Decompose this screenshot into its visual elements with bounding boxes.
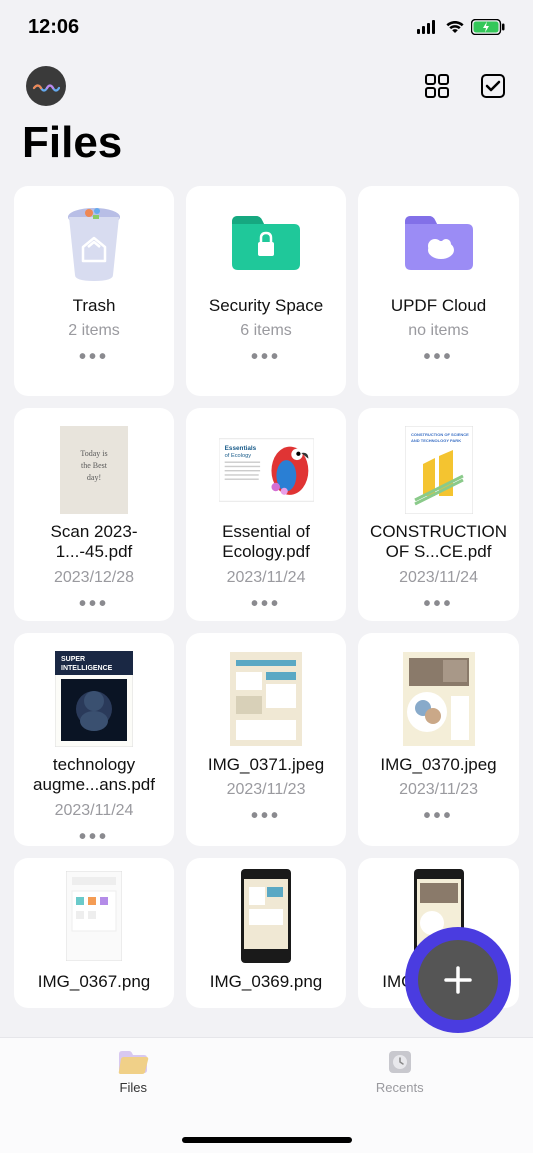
check-box-icon [480,73,506,99]
card-subtitle: 2 items [68,322,120,340]
avatar[interactable] [26,66,66,106]
card-title: IMG_0371.jpeg [204,755,328,775]
doc-thumbnail: SUPER INTELLIGENCE [47,651,142,747]
more-button[interactable]: ••• [251,346,281,369]
file-card[interactable]: SUPER INTELLIGENCE technology augme...ans… [14,633,174,846]
more-button[interactable]: ••• [79,346,109,369]
file-card[interactable]: IMG_0367.png [14,858,174,1008]
svg-text:day!: day! [87,473,101,482]
status-time: 12:06 [28,16,79,39]
card-title: technology augme...ans.pdf [22,755,166,796]
tab-recents[interactable]: Recents [267,1038,533,1153]
signal-icon [417,20,439,34]
card-title: Essential of Ecology.pdf [194,522,338,563]
file-card[interactable]: CONSTRUCTION OF SCIENCEAND TECHNOLOGY PA… [358,408,519,621]
more-button[interactable]: ••• [251,805,281,828]
card-title: CONSTRUCTION OF S...CE.pdf [366,522,511,563]
doc-thumbnail: Essentialsof Ecology [219,426,314,514]
doc-thumbnail: CONSTRUCTION OF SCIENCEAND TECHNOLOGY PA… [391,426,486,514]
wifi-icon [445,20,465,34]
card-subtitle: no items [408,322,468,340]
card-title: Security Space [205,296,327,316]
svg-text:AND TECHNOLOGY PARK: AND TECHNOLOGY PARK [411,438,461,443]
card-subtitle: 2023/11/24 [227,569,306,587]
card-subtitle: 2023/11/24 [55,802,134,820]
grid-view-button[interactable] [423,72,451,100]
file-card[interactable]: IMG_0370.jpeg 2023/11/23 ••• [358,633,519,846]
svg-text:SUPER: SUPER [61,656,85,663]
tab-files[interactable]: Files [0,1038,267,1153]
card-subtitle: 2023/11/24 [399,569,478,587]
more-button[interactable]: ••• [424,346,454,369]
trash-icon [43,198,146,288]
doc-thumbnail [219,868,314,964]
svg-text:CONSTRUCTION OF SCIENCE: CONSTRUCTION OF SCIENCE [411,432,469,437]
page-title: Files [0,118,533,186]
card-subtitle: 6 items [240,322,292,340]
folder-icon [116,1048,150,1076]
file-grid: Trash 2 items ••• Security Space 6 items… [0,186,533,1008]
cloud-card[interactable]: UPDF Cloud no items ••• [358,186,519,396]
add-button[interactable] [405,927,511,1033]
status-icons [417,19,505,35]
card-subtitle: 2023/11/23 [227,781,306,799]
trash-card[interactable]: Trash 2 items ••• [14,186,174,396]
card-title: UPDF Cloud [387,296,490,316]
folder-cloud-icon [387,198,490,288]
svg-text:the Best: the Best [81,461,108,470]
doc-thumbnail [219,651,314,747]
file-card[interactable]: Today is the Best day! Scan 2023-1...-45.p… [14,408,174,621]
file-card[interactable]: IMG_0371.jpeg 2023/11/23 ••• [186,633,346,846]
more-button[interactable]: ••• [79,593,109,616]
card-subtitle: 2023/12/28 [54,569,134,587]
svg-text:Today is: Today is [80,449,107,458]
security-space-card[interactable]: Security Space 6 items ••• [186,186,346,396]
select-button[interactable] [479,72,507,100]
tab-label: Recents [376,1080,424,1095]
file-card[interactable]: Essentialsof Ecology Essential of Ecolog… [186,408,346,621]
tab-label: Files [120,1080,147,1095]
more-button[interactable]: ••• [424,593,454,616]
card-title: Trash [69,296,120,316]
svg-text:INTELLIGENCE: INTELLIGENCE [61,665,113,672]
plus-icon [440,962,476,998]
card-title: IMG_0367.png [34,972,154,992]
battery-icon [471,19,505,35]
svg-text:of Ecology: of Ecology [224,453,251,459]
doc-thumbnail: Today is the Best day! [47,426,142,514]
doc-thumbnail [391,651,486,747]
folder-lock-icon [215,198,318,288]
more-button[interactable]: ••• [424,805,454,828]
bottom-tab-bar: Files Recents [0,1037,533,1153]
card-subtitle: 2023/11/23 [399,781,478,799]
status-bar: 12:06 [0,0,533,54]
grid-icon [424,73,450,99]
card-title: IMG_0370.jpeg [376,755,500,775]
more-button[interactable]: ••• [251,593,281,616]
more-button[interactable]: ••• [79,826,109,849]
svg-text:Essentials: Essentials [224,445,256,452]
home-indicator [182,1137,352,1143]
card-title: IMG_0369.png [206,972,326,992]
top-nav [0,54,533,118]
card-title: Scan 2023-1...-45.pdf [22,522,166,563]
doc-thumbnail [47,868,142,964]
clock-icon [385,1048,415,1076]
file-card[interactable]: IMG_0369.png [186,858,346,1008]
